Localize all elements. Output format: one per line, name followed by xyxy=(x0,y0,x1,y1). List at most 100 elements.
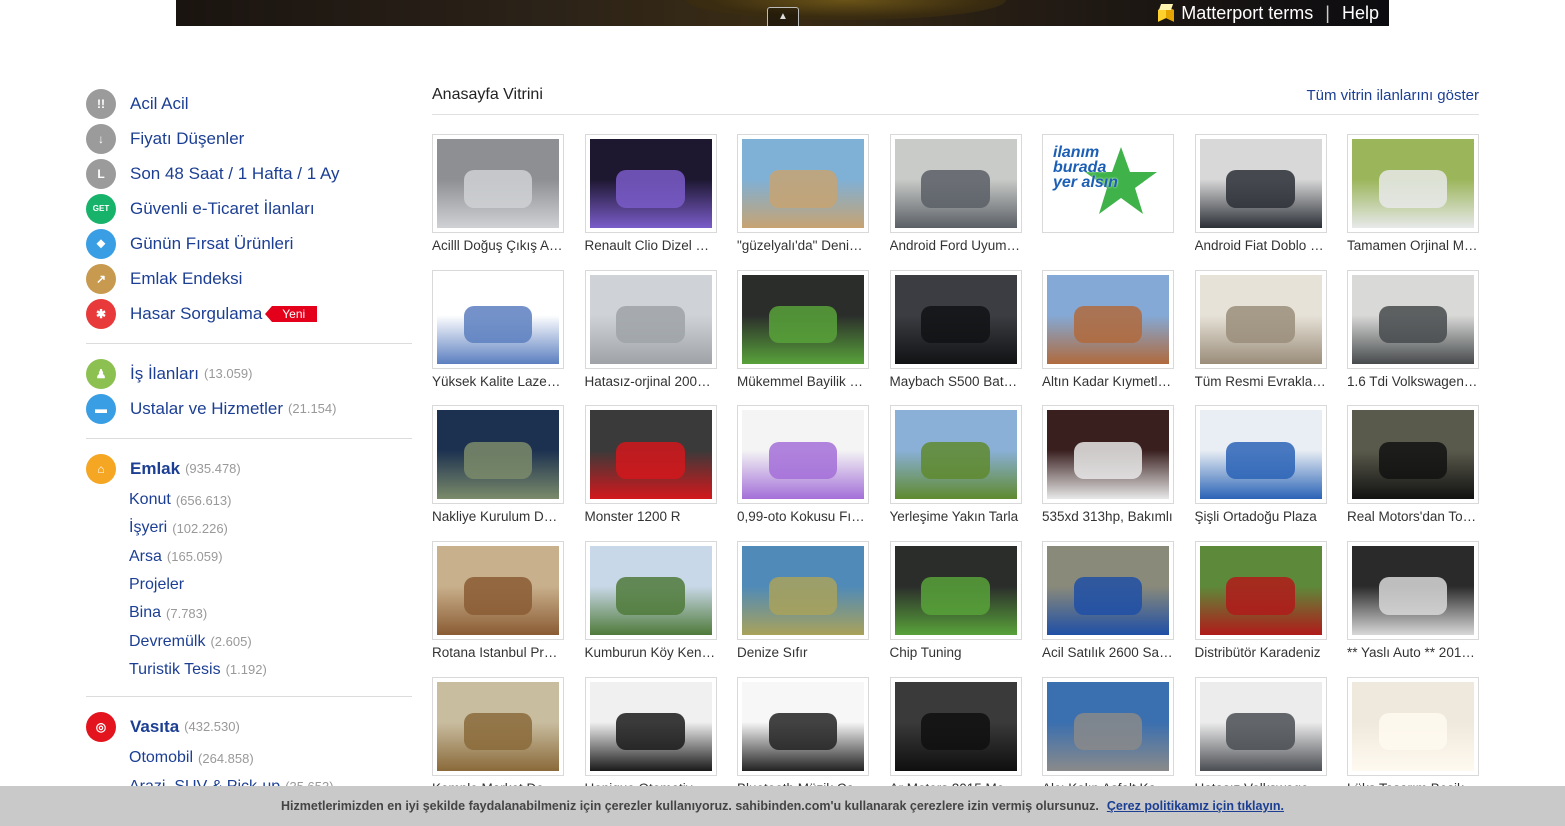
listing-caption[interactable]: Android Ford Uyumlu Multimedya xyxy=(890,238,1022,253)
listing-card[interactable]: Alçı Kalıp Asfalt Kaplama xyxy=(1042,676,1174,802)
listing-thumbnail[interactable] xyxy=(737,134,869,233)
listing-thumbnail[interactable] xyxy=(889,541,1022,641)
listing-thumbnail[interactable] xyxy=(432,405,564,505)
listing-card[interactable]: Acil Satılık 2600 Saatte xyxy=(1042,541,1174,666)
listing-caption[interactable]: 1.6 Tdi Volkswagen Enjektör xyxy=(1347,374,1479,389)
listing-card[interactable]: Tamamen Orjinal Mini Cooper xyxy=(1347,134,1479,259)
listing-card[interactable]: Mükemmel Bayilik Fırsatı xyxy=(737,269,869,395)
listing-thumbnail[interactable] xyxy=(889,676,1022,776)
sidebar-subitem[interactable]: Turistik Tesis (1.192) xyxy=(86,656,412,684)
listing-card[interactable]: Hatasız-orjinal 2008 Mercedes xyxy=(584,269,717,395)
listing-thumbnail[interactable] xyxy=(889,134,1022,233)
listing-caption[interactable]: Hatasız-orjinal 2008 Mercedes xyxy=(585,374,717,389)
listing-caption[interactable]: Yerleşime Yakın Tarla xyxy=(890,509,1022,524)
sidebar-subitem[interactable]: İşyeri (102.226) xyxy=(86,514,412,542)
listing-thumbnail[interactable] xyxy=(737,269,869,369)
sidebar-subitem[interactable]: Konut (656.613) xyxy=(86,486,412,514)
listing-caption[interactable]: "güzelyalı'da" Denize Sıfır xyxy=(737,238,869,253)
listing-card[interactable]: Lüks Tasarım Beşik xyxy=(1347,676,1479,802)
listing-card[interactable]: Rotana Istanbul Projesi xyxy=(432,541,564,666)
listing-thumbnail[interactable] xyxy=(432,676,564,776)
sidebar-subitem[interactable]: Devremülk (2.605) xyxy=(86,627,412,655)
listing-thumbnail[interactable] xyxy=(584,405,717,505)
listing-caption[interactable]: Monster 1200 R xyxy=(585,509,717,524)
sidebar-item[interactable]: ↗ Emlak Endeksi xyxy=(86,261,412,296)
listing-caption[interactable]: Yüksek Kalite Lazer Kesim xyxy=(432,374,564,389)
listing-caption[interactable]: Acil Satılık 2600 Saatte xyxy=(1042,645,1174,660)
listing-card[interactable]: Komple Market Devren xyxy=(432,676,564,802)
sidebar-item[interactable]: ▬ Ustalar ve Hizmetler (21.154) xyxy=(86,391,412,426)
listing-caption[interactable]: 535xd 313hp, Bakımlı xyxy=(1042,509,1174,524)
listing-card[interactable]: Denize Sıfır xyxy=(737,541,869,666)
listing-card[interactable]: 1.6 Tdi Volkswagen Enjektör xyxy=(1347,269,1479,395)
listing-card[interactable]: Android Ford Uyumlu Multimedya xyxy=(889,134,1022,259)
listing-thumbnail[interactable] xyxy=(737,541,869,641)
listing-thumbnail[interactable] xyxy=(432,541,564,641)
listing-card[interactable]: Renault Clio Dizel Otomatik xyxy=(584,134,717,259)
listing-thumbnail[interactable] xyxy=(1042,676,1174,776)
listing-thumbnail[interactable] xyxy=(432,269,564,369)
sidebar-item[interactable]: ↓ Fiyatı Düşenler xyxy=(86,121,412,156)
sidebar-item[interactable]: ✱ Hasar Sorgulama Yeni xyxy=(86,296,412,331)
listing-caption[interactable]: ** Yaslı Auto ** 2016 Audi xyxy=(1347,645,1479,660)
sidebar-subitem[interactable]: Bina (7.783) xyxy=(86,599,412,627)
cookie-policy-link[interactable]: Çerez politikamız için tıklayın. xyxy=(1107,799,1284,813)
sidebar-item[interactable]: ◎ Vasıta (432.530) xyxy=(86,709,412,744)
listing-card[interactable]: 535xd 313hp, Bakımlı xyxy=(1042,405,1174,530)
sidebar-item[interactable]: ⬥ Günün Fırsat Ürünleri xyxy=(86,226,412,261)
listing-thumbnail[interactable] xyxy=(1194,405,1327,505)
listing-card[interactable]: Kumburun Köy Kenarı Arsa xyxy=(584,541,717,666)
listing-thumbnail[interactable] xyxy=(1042,541,1174,641)
listing-thumbnail[interactable] xyxy=(737,405,869,505)
listing-thumbnail[interactable] xyxy=(1347,541,1479,641)
help-link[interactable]: Help xyxy=(1342,3,1379,24)
listing-thumbnail[interactable] xyxy=(1042,405,1174,505)
listing-thumbnail[interactable] xyxy=(889,269,1022,369)
listing-card[interactable]: Android Fiat Doblo Multimedya xyxy=(1194,134,1327,259)
listing-caption[interactable]: Kumburun Köy Kenarı Arsa xyxy=(585,645,717,660)
listing-card[interactable]: Yüksek Kalite Lazer Kesim xyxy=(432,269,564,395)
listing-caption[interactable]: Android Fiat Doblo Multimedya xyxy=(1195,238,1327,253)
listing-caption[interactable]: Altın Kadar Kıymetli Daire xyxy=(1042,374,1174,389)
listing-card[interactable]: 0,99-oto Kokusu Fırsatı xyxy=(737,405,869,530)
listing-card[interactable]: Maybach S500 Batman Siyah xyxy=(889,269,1022,395)
listing-caption[interactable]: Rotana Istanbul Projesi xyxy=(432,645,564,660)
listing-card[interactable]: Tüm Resmi Evrakları Tamam xyxy=(1194,269,1327,395)
listing-card[interactable]: Monster 1200 R xyxy=(584,405,717,530)
listing-card[interactable]: Real Motors'dan Touareg xyxy=(1347,405,1479,530)
listing-thumbnail[interactable] xyxy=(1347,269,1479,369)
listing-caption[interactable]: Denize Sıfır xyxy=(737,645,869,660)
listing-card[interactable]: Şişli Ortadoğu Plaza xyxy=(1194,405,1327,530)
listing-thumbnail[interactable] xyxy=(584,269,717,369)
listing-caption[interactable]: 0,99-oto Kokusu Fırsatı xyxy=(737,509,869,524)
listing-caption[interactable]: Mükemmel Bayilik Fırsatı xyxy=(737,374,869,389)
listing-thumbnail[interactable] xyxy=(1194,676,1327,776)
listing-card[interactable]: ilanım burada yer alsın xyxy=(1042,134,1174,259)
listing-card[interactable]: Nakliye Kurulum Dahil Villa xyxy=(432,405,564,530)
listing-caption[interactable]: Real Motors'dan Touareg xyxy=(1347,509,1479,524)
matterport-terms-link[interactable]: Matterport terms xyxy=(1181,3,1313,24)
listing-thumbnail[interactable] xyxy=(584,676,717,776)
listing-caption[interactable]: Chip Tuning xyxy=(890,645,1022,660)
listing-thumbnail[interactable] xyxy=(1194,541,1327,641)
listing-thumbnail[interactable] xyxy=(889,405,1022,505)
listing-card[interactable]: Bluetooth Müzik Çalar xyxy=(737,676,869,802)
listing-card[interactable]: Chip Tuning xyxy=(889,541,1022,666)
listing-thumbnail[interactable] xyxy=(584,541,717,641)
sidebar-item[interactable]: GET Güvenli e-Ticaret İlanları xyxy=(86,191,412,226)
listing-card[interactable]: Honique Otomotiv Range xyxy=(584,676,717,802)
listing-card[interactable]: Ar Motors 2015 Mercedes xyxy=(889,676,1022,802)
listing-thumbnail[interactable] xyxy=(1347,405,1479,505)
listing-thumbnail[interactable] xyxy=(1194,269,1327,369)
listing-caption[interactable]: Renault Clio Dizel Otomatik xyxy=(585,238,717,253)
listing-card[interactable]: "güzelyalı'da" Denize Sıfır xyxy=(737,134,869,259)
sidebar-item[interactable]: ♟ İş İlanları (13.059) xyxy=(86,356,412,391)
listing-caption[interactable]: Maybach S500 Batman Siyah xyxy=(890,374,1022,389)
listing-thumbnail[interactable] xyxy=(1347,676,1479,776)
listing-caption[interactable]: Tüm Resmi Evrakları Tamam xyxy=(1195,374,1327,389)
sidebar-subitem[interactable]: Arsa (165.059) xyxy=(86,543,412,571)
listing-caption[interactable]: Nakliye Kurulum Dahil Villa xyxy=(432,509,564,524)
listing-card[interactable]: Acilll Doğuş Çıkış Audi A6 xyxy=(432,134,564,259)
listing-caption[interactable]: Distribütör Karadeniz xyxy=(1195,645,1327,660)
listing-thumbnail[interactable] xyxy=(1042,269,1174,369)
